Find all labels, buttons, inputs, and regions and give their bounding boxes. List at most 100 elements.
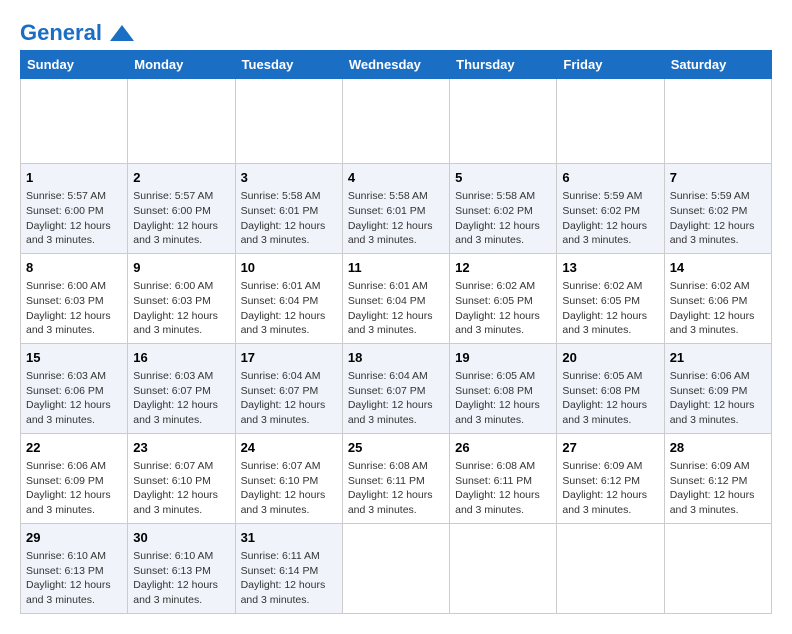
day-info: Sunrise: 5:57 AM Sunset: 6:00 PM Dayligh…: [26, 189, 122, 248]
day-number: 20: [562, 349, 658, 367]
day-number: 24: [241, 439, 337, 457]
day-cell: [342, 523, 449, 613]
day-number: 28: [670, 439, 766, 457]
day-info: Sunrise: 6:02 AM Sunset: 6:06 PM Dayligh…: [670, 279, 766, 338]
day-info: Sunrise: 6:08 AM Sunset: 6:11 PM Dayligh…: [455, 459, 551, 518]
day-cell: 10 Sunrise: 6:01 AM Sunset: 6:04 PM Dayli…: [235, 253, 342, 343]
day-number: 30: [133, 529, 229, 547]
day-number: 15: [26, 349, 122, 367]
day-cell: [664, 79, 771, 164]
calendar-table: SundayMondayTuesdayWednesdayThursdayFrid…: [20, 50, 772, 614]
calendar-header-row: SundayMondayTuesdayWednesdayThursdayFrid…: [21, 51, 772, 79]
day-cell: [664, 523, 771, 613]
day-number: 5: [455, 169, 551, 187]
day-cell: 2Sunrise: 5:57 AM Sunset: 6:00 PM Daylig…: [128, 164, 235, 254]
week-row-4: 15 Sunrise: 6:03 AM Sunset: 6:06 PM Dayli…: [21, 343, 772, 433]
day-cell: 27Sunrise: 6:09 AM Sunset: 6:12 PM Dayli…: [557, 433, 664, 523]
col-header-wednesday: Wednesday: [342, 51, 449, 79]
day-cell: 16 Sunrise: 6:03 AM Sunset: 6:07 PM Dayli…: [128, 343, 235, 433]
day-number: 7: [670, 169, 766, 187]
day-info: Sunrise: 6:05 AM Sunset: 6:08 PM Dayligh…: [562, 369, 658, 428]
day-cell: 8 Sunrise: 6:00 AM Sunset: 6:03 PM Daylig…: [21, 253, 128, 343]
col-header-friday: Friday: [557, 51, 664, 79]
day-number: 16: [133, 349, 229, 367]
day-number: 8: [26, 259, 122, 277]
day-cell: 18Sunrise: 6:04 AM Sunset: 6:07 PM Dayli…: [342, 343, 449, 433]
day-cell: 4Sunrise: 5:58 AM Sunset: 6:01 PM Daylig…: [342, 164, 449, 254]
col-header-saturday: Saturday: [664, 51, 771, 79]
day-info: Sunrise: 6:02 AM Sunset: 6:05 PM Dayligh…: [562, 279, 658, 338]
day-number: 22: [26, 439, 122, 457]
day-cell: [128, 79, 235, 164]
day-cell: 23 Sunrise: 6:07 AM Sunset: 6:10 PM Dayli…: [128, 433, 235, 523]
day-cell: [235, 79, 342, 164]
day-info: Sunrise: 6:10 AM Sunset: 6:13 PM Dayligh…: [133, 549, 229, 608]
day-cell: 17Sunrise: 6:04 AM Sunset: 6:07 PM Dayli…: [235, 343, 342, 433]
day-number: 11: [348, 259, 444, 277]
day-cell: 5 Sunrise: 5:58 AM Sunset: 6:02 PM Daylig…: [450, 164, 557, 254]
day-info: Sunrise: 6:06 AM Sunset: 6:09 PM Dayligh…: [670, 369, 766, 428]
day-number: 13: [562, 259, 658, 277]
day-cell: 24 Sunrise: 6:07 AM Sunset: 6:10 PM Dayli…: [235, 433, 342, 523]
day-cell: 26 Sunrise: 6:08 AM Sunset: 6:11 PM Dayli…: [450, 433, 557, 523]
day-info: Sunrise: 6:07 AM Sunset: 6:10 PM Dayligh…: [133, 459, 229, 518]
day-cell: [557, 523, 664, 613]
day-info: Sunrise: 5:58 AM Sunset: 6:01 PM Dayligh…: [241, 189, 337, 248]
day-number: 25: [348, 439, 444, 457]
day-cell: 1 Sunrise: 5:57 AM Sunset: 6:00 PM Daylig…: [21, 164, 128, 254]
logo-text: General: [20, 20, 136, 46]
day-cell: 30 Sunrise: 6:10 AM Sunset: 6:13 PM Dayli…: [128, 523, 235, 613]
day-number: 2: [133, 169, 229, 187]
day-number: 26: [455, 439, 551, 457]
day-info: Sunrise: 6:08 AM Sunset: 6:11 PM Dayligh…: [348, 459, 444, 518]
day-number: 23: [133, 439, 229, 457]
day-info: Sunrise: 6:00 AM Sunset: 6:03 PM Dayligh…: [133, 279, 229, 338]
week-row-2: 1 Sunrise: 5:57 AM Sunset: 6:00 PM Daylig…: [21, 164, 772, 254]
day-number: 3: [241, 169, 337, 187]
day-cell: 7 Sunrise: 5:59 AM Sunset: 6:02 PM Daylig…: [664, 164, 771, 254]
day-cell: 25 Sunrise: 6:08 AM Sunset: 6:11 PM Dayli…: [342, 433, 449, 523]
day-info: Sunrise: 5:59 AM Sunset: 6:02 PM Dayligh…: [562, 189, 658, 248]
week-row-5: 22 Sunrise: 6:06 AM Sunset: 6:09 PM Dayli…: [21, 433, 772, 523]
day-info: Sunrise: 5:59 AM Sunset: 6:02 PM Dayligh…: [670, 189, 766, 248]
day-info: Sunrise: 6:07 AM Sunset: 6:10 PM Dayligh…: [241, 459, 337, 518]
week-row-6: 29 Sunrise: 6:10 AM Sunset: 6:13 PM Dayli…: [21, 523, 772, 613]
day-number: 17: [241, 349, 337, 367]
day-number: 4: [348, 169, 444, 187]
day-number: 1: [26, 169, 122, 187]
day-info: Sunrise: 6:06 AM Sunset: 6:09 PM Dayligh…: [26, 459, 122, 518]
day-info: Sunrise: 6:11 AM Sunset: 6:14 PM Dayligh…: [241, 549, 337, 608]
day-number: 14: [670, 259, 766, 277]
day-cell: 21Sunrise: 6:06 AM Sunset: 6:09 PM Dayli…: [664, 343, 771, 433]
day-cell: 6Sunrise: 5:59 AM Sunset: 6:02 PM Daylig…: [557, 164, 664, 254]
day-cell: 15 Sunrise: 6:03 AM Sunset: 6:06 PM Dayli…: [21, 343, 128, 433]
day-info: Sunrise: 6:05 AM Sunset: 6:08 PM Dayligh…: [455, 369, 551, 428]
day-cell: 19Sunrise: 6:05 AM Sunset: 6:08 PM Dayli…: [450, 343, 557, 433]
day-cell: [450, 79, 557, 164]
day-info: Sunrise: 6:02 AM Sunset: 6:05 PM Dayligh…: [455, 279, 551, 338]
col-header-thursday: Thursday: [450, 51, 557, 79]
day-cell: 14 Sunrise: 6:02 AM Sunset: 6:06 PM Dayli…: [664, 253, 771, 343]
day-info: Sunrise: 6:01 AM Sunset: 6:04 PM Dayligh…: [241, 279, 337, 338]
day-cell: [557, 79, 664, 164]
day-cell: 9 Sunrise: 6:00 AM Sunset: 6:03 PM Daylig…: [128, 253, 235, 343]
day-info: Sunrise: 6:01 AM Sunset: 6:04 PM Dayligh…: [348, 279, 444, 338]
day-number: 9: [133, 259, 229, 277]
day-number: 10: [241, 259, 337, 277]
day-number: 27: [562, 439, 658, 457]
day-info: Sunrise: 6:03 AM Sunset: 6:06 PM Dayligh…: [26, 369, 122, 428]
day-info: Sunrise: 5:58 AM Sunset: 6:02 PM Dayligh…: [455, 189, 551, 248]
day-number: 29: [26, 529, 122, 547]
day-cell: 22 Sunrise: 6:06 AM Sunset: 6:09 PM Dayli…: [21, 433, 128, 523]
day-info: Sunrise: 6:09 AM Sunset: 6:12 PM Dayligh…: [670, 459, 766, 518]
week-row-3: 8 Sunrise: 6:00 AM Sunset: 6:03 PM Daylig…: [21, 253, 772, 343]
col-header-sunday: Sunday: [21, 51, 128, 79]
day-number: 12: [455, 259, 551, 277]
day-cell: 3 Sunrise: 5:58 AM Sunset: 6:01 PM Daylig…: [235, 164, 342, 254]
day-info: Sunrise: 6:03 AM Sunset: 6:07 PM Dayligh…: [133, 369, 229, 428]
header: General: [20, 20, 772, 40]
day-cell: 11 Sunrise: 6:01 AM Sunset: 6:04 PM Dayli…: [342, 253, 449, 343]
day-cell: 13 Sunrise: 6:02 AM Sunset: 6:05 PM Dayli…: [557, 253, 664, 343]
day-number: 18: [348, 349, 444, 367]
day-info: Sunrise: 6:00 AM Sunset: 6:03 PM Dayligh…: [26, 279, 122, 338]
